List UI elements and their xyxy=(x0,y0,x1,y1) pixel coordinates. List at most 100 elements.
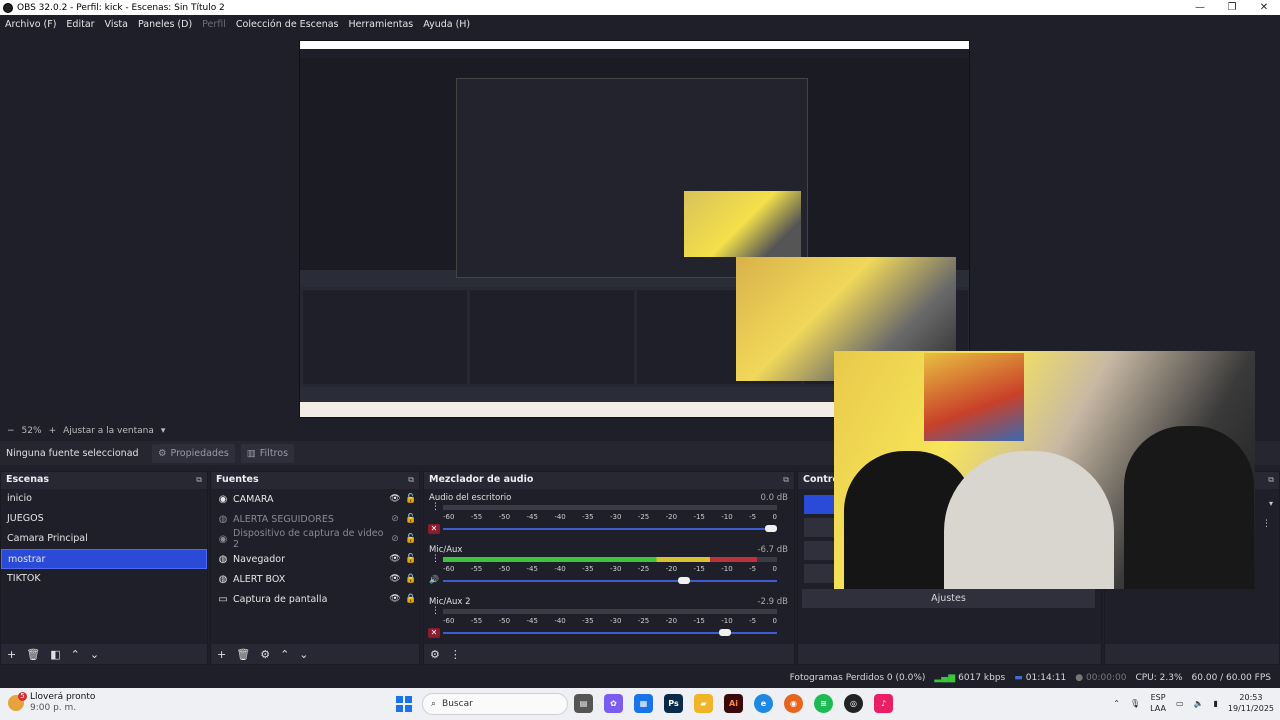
undock-icon[interactable]: ⧉ xyxy=(1268,475,1274,485)
folder-icon[interactable]: ▰ xyxy=(694,694,713,713)
lock-icon[interactable]: 🔒 xyxy=(403,594,419,604)
scene-item-inicio[interactable]: inicio xyxy=(1,489,207,509)
close-button[interactable]: ✕ xyxy=(1248,2,1280,13)
unlock-icon[interactable]: 🔓 xyxy=(403,514,419,524)
eye-icon[interactable]: 👁 xyxy=(387,554,403,564)
settings-button[interactable]: Ajustes xyxy=(802,589,1095,608)
firefox-icon[interactable]: ◉ xyxy=(784,694,803,713)
add-source-icon[interactable]: + xyxy=(217,648,226,661)
kebab-menu-icon[interactable]: ⋮ xyxy=(1262,519,1271,529)
source-settings-icon[interactable]: ⚙ xyxy=(260,648,270,661)
scene-item-mostrar[interactable]: mostrar xyxy=(1,549,207,569)
battery-icon[interactable]: ▮ xyxy=(1213,699,1217,708)
store-icon[interactable]: ▦ xyxy=(634,694,653,713)
mixer-channel-mic-aux-2: Mic/Aux 2 -2.9 dB ⋮ -60 -55 -50 -45 -40 -35 -3… xyxy=(424,594,794,646)
muted-speaker-icon[interactable]: ✕ xyxy=(428,524,440,534)
source-label: Dispositivo de captura de video 2 xyxy=(233,528,384,550)
minimize-button[interactable]: — xyxy=(1184,2,1216,13)
volume-icon[interactable]: 🔈 xyxy=(1194,699,1204,708)
menu-ayuda[interactable]: Ayuda (H) xyxy=(418,19,475,30)
channel-menu-icon[interactable]: ⋮ xyxy=(431,503,440,512)
edge-icon[interactable]: e xyxy=(754,694,773,713)
tray-expand-icon[interactable]: ⌃ xyxy=(1113,699,1120,708)
menu-editar[interactable]: Editar xyxy=(61,19,99,30)
source-item-dispositivo-captura[interactable]: ◉ Dispositivo de captura de video 2 ⊘ 🔓 xyxy=(211,528,419,550)
spotify-icon[interactable]: ≋ xyxy=(814,694,833,713)
channel-name: Audio del escritorio xyxy=(429,493,512,503)
unlock-icon[interactable]: 🔓 xyxy=(403,494,419,504)
eye-hidden-icon[interactable]: ⊘ xyxy=(387,514,403,524)
add-scene-icon[interactable]: + xyxy=(7,648,16,661)
menu-archivo[interactable]: Archivo (F) xyxy=(0,19,61,30)
cpu-usage: CPU: 2.3% xyxy=(1135,673,1183,683)
scene-item-tiktok[interactable]: TIKTOK xyxy=(1,569,207,589)
lock-icon[interactable]: 🔒 xyxy=(403,574,419,584)
menu-herramientas[interactable]: Herramientas xyxy=(344,19,419,30)
menu-vista[interactable]: Vista xyxy=(100,19,133,30)
channel-menu-icon[interactable]: ⋮ xyxy=(431,555,440,564)
clock-time: 20:53 xyxy=(1239,693,1263,702)
eye-icon[interactable]: 👁 xyxy=(387,494,403,504)
dropdown-arrow-icon[interactable]: ▾ xyxy=(1269,499,1273,508)
start-streaming-button[interactable] xyxy=(804,495,834,514)
unlock-icon[interactable]: 🔓 xyxy=(403,554,419,564)
scene-filters-icon[interactable]: ◧ xyxy=(50,648,60,661)
language-indicator[interactable]: ESP LAA xyxy=(1150,692,1166,714)
undock-icon[interactable]: ⧉ xyxy=(783,475,789,485)
slider-knob[interactable] xyxy=(678,577,690,584)
eye-icon[interactable]: 👁 xyxy=(387,574,403,584)
volume-slider[interactable] xyxy=(443,629,777,636)
move-down-icon[interactable]: ⌄ xyxy=(90,648,99,661)
undock-icon[interactable]: ⧉ xyxy=(196,475,202,485)
speaker-icon[interactable]: 🔊 xyxy=(428,575,440,585)
source-item-alert-box[interactable]: ◍ ALERT BOX 👁 🔒 xyxy=(211,569,419,589)
move-up-icon[interactable]: ⌃ xyxy=(71,648,80,661)
source-item-camara[interactable]: ◉ CAMARA 👁 🔓 xyxy=(211,489,419,509)
zoom-dropdown-icon[interactable]: ▾ xyxy=(161,426,166,436)
advanced-audio-icon[interactable]: ⚙ xyxy=(430,648,440,661)
eye-icon[interactable]: 👁 xyxy=(387,594,403,604)
filters-button[interactable]: ▥ Filtros xyxy=(240,443,295,463)
menu-paneles[interactable]: Paneles (D) xyxy=(133,19,197,30)
illustrator-icon[interactable]: Ai xyxy=(724,694,743,713)
properties-button[interactable]: ⚙ Propiedades xyxy=(152,443,235,463)
source-item-captura-pantalla[interactable]: ▭ Captura de pantalla 👁 🔒 xyxy=(211,589,419,609)
mixer-menu-icon[interactable]: ⋮ xyxy=(450,648,461,661)
maximize-button[interactable]: ❐ xyxy=(1216,2,1248,13)
menu-perfil[interactable]: Perfil xyxy=(197,19,231,30)
tiktok-icon[interactable]: ♪ xyxy=(874,694,893,713)
windows-start-icon[interactable] xyxy=(396,696,412,712)
file-explorer-icon[interactable]: ▤ xyxy=(574,694,593,713)
taskbar-search[interactable]: ⌕ Buscar xyxy=(422,693,568,715)
microphone-icon[interactable]: 🎙 xyxy=(1130,699,1140,708)
camera-feed xyxy=(834,351,1255,589)
obs-icon[interactable]: ◎ xyxy=(844,694,863,713)
zoom-in-button[interactable]: + xyxy=(49,426,57,436)
scene-item-juegos[interactable]: JUEGOS xyxy=(1,509,207,529)
nested-window-menubar xyxy=(300,49,969,58)
photoshop-icon[interactable]: Ps xyxy=(664,694,683,713)
channel-menu-icon[interactable]: ⋮ xyxy=(431,607,440,616)
source-item-navegador[interactable]: ◍ Navegador 👁 🔓 xyxy=(211,549,419,569)
move-down-icon[interactable]: ⌄ xyxy=(299,648,308,661)
zoom-out-button[interactable]: − xyxy=(7,426,15,436)
muted-speaker-icon[interactable]: ✕ xyxy=(428,628,440,638)
eye-hidden-icon[interactable]: ⊘ xyxy=(387,534,403,544)
clock[interactable]: 20:53 19/11/2025 xyxy=(1228,692,1274,714)
remove-scene-icon[interactable]: 🗑 xyxy=(26,648,40,661)
scene-item-camara-principal[interactable]: Camara Principal xyxy=(1,529,207,549)
undock-icon[interactable]: ⧉ xyxy=(408,475,414,485)
slider-knob[interactable] xyxy=(719,629,731,636)
source-item-alerta-seguidores[interactable]: ◍ ALERTA SEGUIDORES ⊘ 🔓 xyxy=(211,509,419,529)
unlock-icon[interactable]: 🔓 xyxy=(403,534,419,544)
nested-window-titlebar xyxy=(300,41,969,49)
volume-slider[interactable] xyxy=(443,577,777,584)
network-icon[interactable]: ▭ xyxy=(1176,699,1184,708)
menu-coleccion-escenas[interactable]: Colección de Escenas xyxy=(231,19,344,30)
weather-widget[interactable]: 5 Lloverá pronto 9:00 p. m. xyxy=(8,692,95,714)
move-up-icon[interactable]: ⌃ xyxy=(280,648,289,661)
slider-knob[interactable] xyxy=(765,525,777,532)
remove-source-icon[interactable]: 🗑 xyxy=(236,648,250,661)
volume-slider[interactable] xyxy=(443,525,777,532)
copilot-icon[interactable]: ✿ xyxy=(604,694,623,713)
